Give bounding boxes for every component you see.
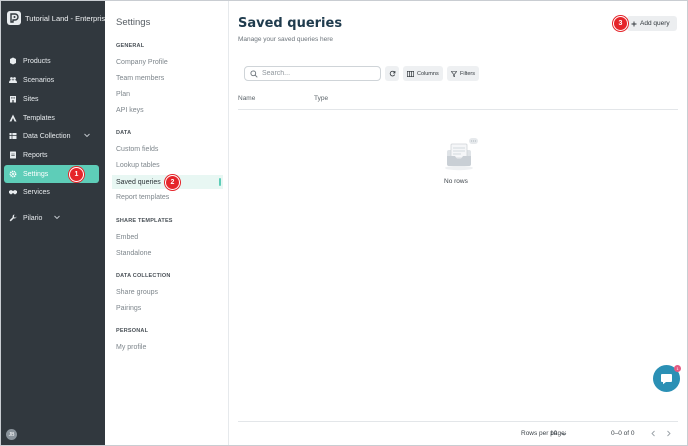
settings-item-lookup-tables[interactable]: Lookup tables <box>112 158 223 172</box>
filters-label: Filters <box>460 70 475 77</box>
nav-item-scenarios[interactable]: Scenarios <box>4 71 99 89</box>
rows-per-page-select[interactable]: 10 <box>550 430 567 437</box>
box-icon <box>10 57 16 65</box>
chevron-down-icon <box>54 215 60 220</box>
section-heading-general: GENERAL <box>116 43 145 49</box>
handshake-icon <box>9 190 17 195</box>
avatar[interactable]: JB <box>6 429 17 440</box>
nav-item-label: Products <box>23 57 51 65</box>
settings-item-label: Saved queries <box>116 178 161 186</box>
table-footer-divider <box>238 421 678 422</box>
settings-item-company-profile[interactable]: Company Profile <box>112 55 223 69</box>
settings-menu-title: Settings <box>116 17 151 28</box>
nav-item-label: Scenarios <box>23 76 55 84</box>
nav-item-data-collection[interactable]: Data Collection <box>4 127 99 145</box>
table-icon <box>9 133 17 139</box>
nav-item-settings[interactable]: Settings <box>4 165 99 183</box>
columns-button[interactable]: Columns <box>403 66 443 81</box>
filter-icon <box>451 70 457 77</box>
nav-item-label: Pilario <box>23 214 43 222</box>
refresh-icon <box>389 70 395 77</box>
search-input[interactable] <box>262 70 372 77</box>
chevron-down-icon <box>561 432 567 436</box>
nav-item-label: Settings <box>23 170 49 178</box>
nav-item-label: Reports <box>23 151 48 159</box>
section-heading-data: DATA <box>116 130 132 136</box>
settings-item-pairings[interactable]: Pairings <box>112 301 223 315</box>
app-logo-icon <box>7 11 21 25</box>
nav-item-label: Templates <box>23 114 55 122</box>
page-subtitle: Manage your saved queries here <box>238 36 334 43</box>
settings-item-report-templates[interactable]: Report templates <box>112 190 223 204</box>
nav-item-label: Sites <box>23 95 39 103</box>
settings-item-my-profile[interactable]: My profile <box>112 340 223 354</box>
nav-item-reports[interactable]: Reports <box>4 146 99 164</box>
table-header-divider <box>238 109 678 110</box>
columns-icon <box>407 70 414 77</box>
people-icon <box>9 77 17 83</box>
wrench-icon <box>9 214 17 222</box>
previous-page-icon[interactable] <box>649 429 658 438</box>
empty-inbox-icon <box>445 138 478 171</box>
gear-icon <box>9 170 17 178</box>
nav-item-sites[interactable]: Sites <box>4 90 99 108</box>
rows-per-page-value: 10 <box>550 430 558 437</box>
step-marker-3: 3 <box>613 16 628 31</box>
active-indicator <box>219 178 221 186</box>
template-icon <box>9 114 17 122</box>
chevron-down-icon <box>84 133 90 138</box>
pagination-range: 0–0 of 0 <box>611 430 635 437</box>
building-icon <box>10 96 16 103</box>
section-heading-data-collection: DATA COLLECTION <box>116 273 171 279</box>
main-sidebar: Tutorial Land - Enterpris Products Scena… <box>1 1 105 445</box>
step-marker-1: 1 <box>69 167 84 182</box>
refresh-button[interactable] <box>385 66 399 81</box>
section-heading-share-templates: SHARE TEMPLATES <box>116 218 173 224</box>
org-name: Tutorial Land - Enterpris <box>24 13 105 23</box>
section-heading-personal: PERSONAL <box>116 328 149 334</box>
search-box[interactable] <box>244 66 381 81</box>
settings-item-api-keys[interactable]: API keys <box>112 103 223 117</box>
nav-item-services[interactable]: Services <box>4 183 99 201</box>
filters-button[interactable]: Filters <box>447 66 479 81</box>
chat-bubble-icon <box>661 374 672 385</box>
settings-item-embed[interactable]: Embed <box>112 230 223 244</box>
report-icon <box>10 151 16 159</box>
settings-item-custom-fields[interactable]: Custom fields <box>112 142 223 156</box>
empty-state-text: No rows <box>444 178 468 185</box>
columns-label: Columns <box>417 70 439 77</box>
next-page-icon[interactable] <box>664 429 673 438</box>
page-title: Saved queries <box>238 16 343 31</box>
nav-item-products[interactable]: Products <box>4 52 99 70</box>
main-content: Saved queries Manage your saved queries … <box>229 1 687 445</box>
settings-item-team-members[interactable]: Team members <box>112 71 223 85</box>
org-switcher[interactable]: Tutorial Land - Enterpris <box>7 9 105 27</box>
step-marker-2: 2 <box>165 175 180 190</box>
nav-item-label: Data Collection <box>23 132 71 140</box>
settings-item-plan[interactable]: Plan <box>112 87 223 101</box>
column-header-name[interactable]: Name <box>238 95 255 102</box>
settings-item-share-groups[interactable]: Share groups <box>112 285 223 299</box>
settings-item-standalone[interactable]: Standalone <box>112 246 223 260</box>
nav-item-templates[interactable]: Templates <box>4 109 99 127</box>
nav-item-pilario[interactable]: Pilario <box>4 209 99 227</box>
search-icon <box>250 69 258 78</box>
add-query-button[interactable]: Add query <box>627 16 677 31</box>
app-window: Tutorial Land - Enterpris Products Scena… <box>0 0 688 446</box>
nav-item-label: Services <box>23 188 50 196</box>
column-header-type[interactable]: Type <box>314 95 328 102</box>
chat-notification-badge: 1 <box>674 365 681 372</box>
settings-menu: Settings GENERAL Company Profile Team me… <box>105 1 229 445</box>
plus-icon <box>631 21 637 26</box>
add-query-label: Add query <box>640 20 670 27</box>
